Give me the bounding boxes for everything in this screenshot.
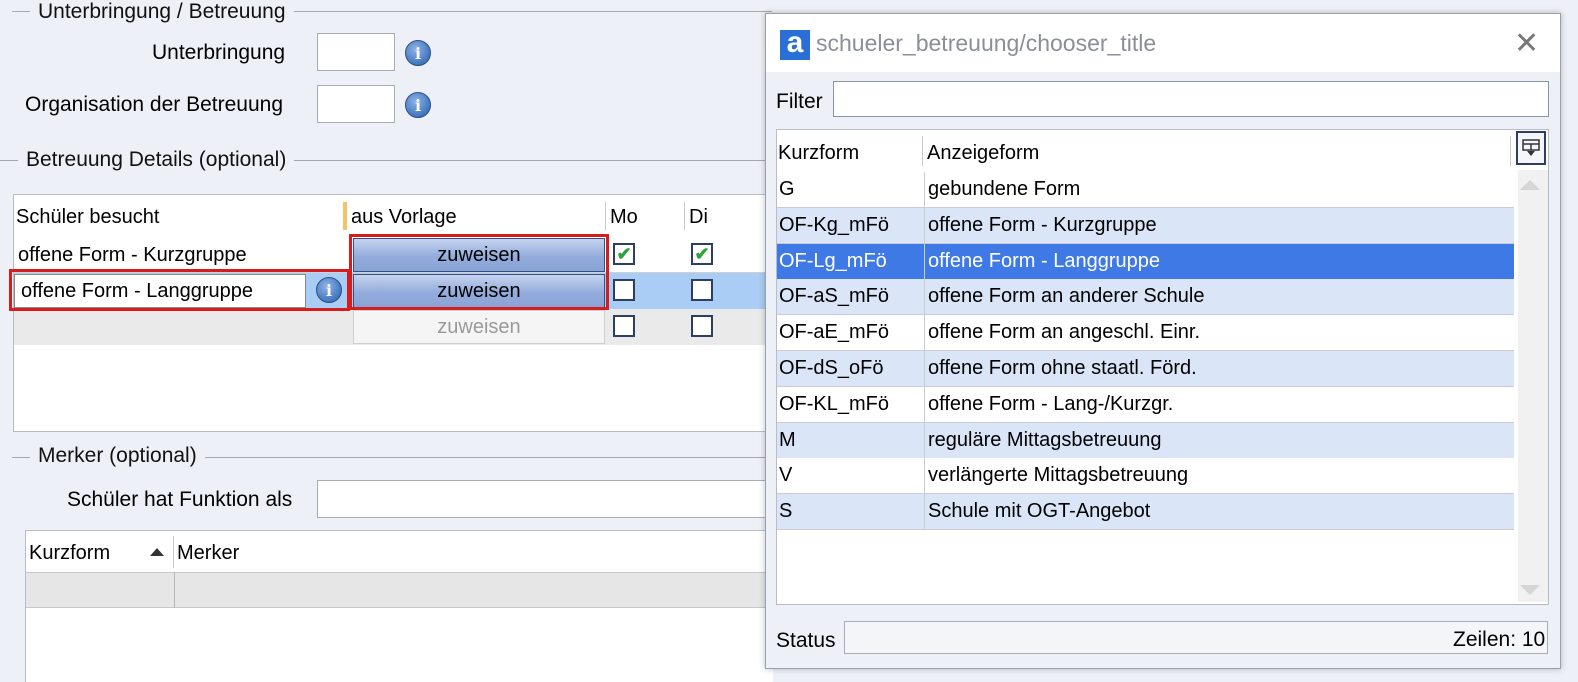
anzeigeform-cell: verlängerte Mittagsbetreuung	[928, 464, 1189, 487]
kurzform-cell: OF-aE_mFö	[779, 321, 890, 344]
info-icon[interactable]: i	[405, 92, 431, 118]
column-divider	[343, 202, 347, 230]
funktion-input[interactable]	[317, 480, 777, 518]
col-header-merker[interactable]: Merker	[177, 542, 239, 565]
checkbox-mo[interactable]	[613, 315, 635, 337]
unterbringung-input[interactable]	[317, 33, 395, 71]
chooser-row[interactable]: OF-dS_oFö offene Form ohne staatl. Förd.	[777, 351, 1514, 387]
zuweisen-button[interactable]: zuweisen	[353, 310, 605, 344]
dialog-title: schueler_betreuung/chooser_title	[816, 30, 1157, 56]
kurzform-cell: OF-KL_mFö	[779, 392, 890, 415]
kurzform-cell: S	[779, 500, 793, 523]
column-divider	[924, 422, 925, 458]
kurzform-cell: V	[779, 464, 793, 487]
column-divider	[605, 202, 606, 230]
table-row[interactable]	[26, 572, 772, 608]
column-divider	[924, 243, 925, 279]
col-header-schueler-besucht[interactable]: Schüler besucht	[16, 206, 159, 229]
anzeigeform-cell: Schule mit OGT-Angebot	[928, 500, 1151, 523]
row-count-text: Zeilen: 10	[1453, 628, 1546, 651]
column-divider	[924, 458, 925, 494]
chooser-row[interactable]: OF-Lg_mFö offene Form - Langgruppe	[777, 243, 1514, 280]
column-divider	[684, 202, 685, 230]
column-divider	[924, 172, 925, 207]
anzeigeform-cell: offene Form - Langgruppe	[928, 249, 1161, 272]
checkbox-di[interactable]	[691, 315, 713, 337]
checkbox-di[interactable]: ✔	[691, 243, 713, 265]
column-divider	[924, 494, 925, 530]
highlight-box	[349, 234, 609, 310]
kurzform-cell: M	[779, 428, 796, 451]
status-field	[844, 621, 1548, 654]
chooser-row[interactable]: Mreguläre Mittagsbetreuung	[777, 422, 1514, 459]
anzeigeform-cell: reguläre Mittagsbetreuung	[928, 428, 1162, 451]
column-divider	[1510, 136, 1511, 166]
column-divider	[924, 315, 925, 351]
chooser-row[interactable]: Vverlängerte Mittagsbetreuung	[777, 458, 1514, 495]
table-menu-icon	[1522, 139, 1540, 156]
anzeigeform-cell: gebundene Form	[928, 178, 1081, 200]
chooser-dialog: a schueler_betreuung/chooser_title ✕ Fil…	[765, 13, 1561, 669]
anzeigeform-cell: offene Form - Kurzgruppe	[928, 213, 1157, 236]
group-title-merker: Merker (optional)	[30, 444, 205, 468]
filter-label: Filter	[776, 90, 823, 113]
col-header-kurzform[interactable]: Kurzform	[778, 142, 859, 165]
column-divider	[922, 136, 923, 166]
checkbox-mo[interactable]: ✔	[613, 243, 635, 265]
grid-header	[777, 130, 1548, 170]
kurzform-cell: OF-dS_oFö	[779, 357, 884, 379]
checkbox-di[interactable]	[691, 279, 713, 301]
col-header-di[interactable]: Di	[689, 206, 708, 229]
column-divider	[924, 386, 925, 422]
kurzform-cell: OF-Lg_mFö	[779, 249, 887, 272]
col-header-aus-vorlage[interactable]: aus Vorlage	[351, 206, 457, 229]
organisation-input[interactable]	[317, 85, 395, 123]
status-label: Status	[776, 629, 836, 652]
column-divider	[174, 572, 175, 608]
chooser-row[interactable]: OF-aE_mFö offene Form an angeschl. Einr.	[777, 315, 1514, 352]
anzeigeform-cell: offene Form an anderer Schule	[928, 285, 1205, 308]
kurzform-cell: G	[779, 178, 795, 200]
kurzform-cell: OF-aS_mFö	[779, 285, 890, 308]
group-title-details: Betreuung Details (optional)	[18, 148, 295, 172]
anzeigeform-cell: offene Form - Lang-/Kurzgr.	[928, 392, 1174, 415]
app-icon: a	[780, 28, 810, 60]
anzeigeform-cell: offene Form an angeschl. Einr.	[928, 321, 1201, 344]
column-chooser-icon[interactable]	[1516, 131, 1546, 165]
chooser-row[interactable]: S Schule mit OGT-Angebot	[777, 494, 1514, 531]
checkbox-mo[interactable]	[613, 279, 635, 301]
scroll-up-icon[interactable]	[1520, 180, 1540, 190]
highlight-box	[9, 269, 350, 311]
group-title-unterbringung: Unterbringung / Betreuung	[30, 0, 294, 24]
close-icon[interactable]: ✕	[1514, 26, 1539, 61]
scroll-down-icon[interactable]	[1520, 585, 1540, 595]
chooser-row[interactable]: Ggebundene Form	[777, 172, 1514, 208]
chooser-row[interactable]: OF-KL_mFö offene Form - Lang-/Kurzgr.	[777, 386, 1514, 423]
column-divider	[924, 279, 925, 315]
organisation-label: Organisation der Betreuung	[25, 93, 283, 116]
column-divider	[924, 351, 925, 386]
column-divider	[924, 207, 925, 243]
vertical-scrollbar[interactable]	[1518, 170, 1548, 602]
chooser-row[interactable]: OF-Kg_mFö offene Form - Kurzgruppe	[777, 207, 1514, 244]
column-divider	[173, 536, 174, 568]
col-header-kurzform[interactable]: Kurzform	[29, 542, 110, 565]
sort-asc-icon[interactable]	[150, 548, 164, 556]
filter-input[interactable]	[833, 81, 1549, 117]
info-icon[interactable]: i	[405, 40, 431, 66]
chooser-grid: Kurzform Anzeigeform Ggebundene Form OF-K…	[776, 129, 1549, 605]
funktion-label: Schüler hat Funktion als	[67, 488, 293, 511]
kurzform-cell: OF-Kg_mFö	[779, 213, 890, 236]
col-header-mo[interactable]: Mo	[610, 206, 638, 229]
unterbringung-label: Unterbringung	[152, 41, 286, 64]
chooser-row[interactable]: OF-aS_mFö offene Form an anderer Schule	[777, 279, 1514, 316]
schueler-besucht-cell: offene Form - Kurzgruppe	[18, 244, 247, 266]
col-header-anzeigeform[interactable]: Anzeigeform	[927, 142, 1039, 165]
anzeigeform-cell: offene Form ohne staatl. Förd.	[928, 357, 1197, 379]
